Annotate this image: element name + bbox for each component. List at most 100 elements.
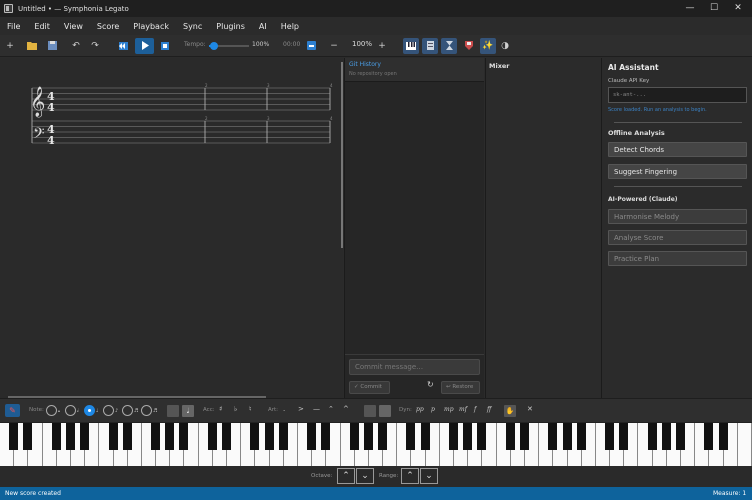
dynamic-f[interactable]: f bbox=[474, 406, 476, 413]
commit-message-input[interactable]: Commit message… bbox=[349, 359, 480, 375]
piano-black-key[interactable] bbox=[179, 423, 189, 450]
piano-keyboard[interactable] bbox=[0, 422, 752, 467]
rewind-icon[interactable] bbox=[115, 38, 131, 54]
menu-help[interactable]: Help bbox=[274, 22, 306, 31]
menu-playback[interactable]: Playback bbox=[126, 22, 176, 31]
menu-view[interactable]: View bbox=[57, 22, 90, 31]
duration-quarter-radio[interactable] bbox=[84, 405, 95, 416]
piano-black-key[interactable] bbox=[51, 423, 61, 450]
piano-black-key[interactable] bbox=[80, 423, 90, 450]
metronome-icon[interactable] bbox=[303, 38, 319, 54]
piano-black-key[interactable] bbox=[420, 423, 430, 450]
sheet-view-icon[interactable] bbox=[422, 38, 438, 54]
duration-half-radio[interactable] bbox=[65, 405, 76, 416]
restore-button[interactable]: ↩ Restore bbox=[441, 381, 480, 394]
piano-black-key[interactable] bbox=[718, 423, 728, 450]
close-button[interactable]: ✕ bbox=[724, 0, 752, 17]
piano-black-key[interactable] bbox=[647, 423, 657, 450]
piano-black-key[interactable] bbox=[704, 423, 714, 450]
sharp-icon[interactable]: ♯ bbox=[219, 405, 222, 413]
menu-edit[interactable]: Edit bbox=[27, 22, 57, 31]
piano-black-key[interactable] bbox=[108, 423, 118, 450]
natural-icon[interactable]: ♮ bbox=[249, 405, 252, 413]
piano-black-key[interactable] bbox=[363, 423, 373, 450]
api-key-input[interactable]: sk-ant-... bbox=[608, 87, 747, 103]
score-view[interactable]: 𝄞 𝄢 4 4 4 4 2 3 4 2 3 4 bbox=[0, 58, 343, 398]
refresh-icon[interactable]: ↻ bbox=[427, 380, 434, 389]
harmonise-melody-button[interactable]: Harmonise Melody bbox=[608, 209, 747, 224]
piano-black-key[interactable] bbox=[661, 423, 671, 450]
dynamic-pp[interactable]: pp bbox=[416, 406, 424, 413]
clear-icon[interactable]: ✕ bbox=[527, 405, 533, 413]
analyse-score-button[interactable]: Analyse Score bbox=[608, 230, 747, 245]
flat-icon[interactable]: ♭ bbox=[234, 405, 237, 413]
rest-toggle[interactable] bbox=[167, 405, 179, 417]
range-down-button[interactable]: ⌄ bbox=[420, 468, 438, 484]
redo-icon[interactable]: ↷ bbox=[87, 38, 103, 54]
piano-black-key[interactable] bbox=[463, 423, 473, 450]
piano-black-key[interactable] bbox=[222, 423, 232, 450]
dot-toggle[interactable]: 𝅘𝅥 bbox=[182, 405, 194, 417]
tempo-slider-thumb[interactable] bbox=[209, 42, 218, 50]
accent-icon[interactable]: > bbox=[298, 405, 304, 413]
piano-black-key[interactable] bbox=[264, 423, 274, 450]
piano-black-key[interactable] bbox=[505, 423, 515, 450]
piano-black-key[interactable] bbox=[65, 423, 75, 450]
duration-32nd-radio[interactable] bbox=[141, 405, 152, 416]
piano-black-key[interactable] bbox=[349, 423, 359, 450]
menu-plugins[interactable]: Plugins bbox=[209, 22, 252, 31]
dynamic-mf[interactable]: mf bbox=[459, 406, 467, 413]
open-folder-icon[interactable] bbox=[24, 38, 40, 54]
menu-ai[interactable]: AI bbox=[252, 22, 274, 31]
piano-black-key[interactable] bbox=[519, 423, 529, 450]
zoom-out-button[interactable]: − bbox=[326, 38, 342, 54]
commit-button[interactable]: ✓ Commit bbox=[349, 381, 390, 394]
piano-black-key[interactable] bbox=[122, 423, 132, 450]
dynamic-mp[interactable]: mp bbox=[444, 406, 454, 413]
fermata-icon[interactable]: ^ bbox=[343, 405, 349, 413]
ai-sparkle-icon[interactable]: ✨ bbox=[480, 38, 496, 54]
piano-black-key[interactable] bbox=[548, 423, 558, 450]
duration-sixteenth-radio[interactable] bbox=[122, 405, 133, 416]
tie-toggle[interactable] bbox=[364, 405, 376, 417]
piano-black-key[interactable] bbox=[307, 423, 317, 450]
piano-white-key[interactable] bbox=[737, 423, 752, 467]
dynamic-p[interactable]: p bbox=[431, 406, 435, 413]
zoom-in-button[interactable]: + bbox=[374, 38, 390, 54]
menu-score[interactable]: Score bbox=[90, 22, 126, 31]
new-icon[interactable]: + bbox=[2, 38, 18, 54]
piano-black-key[interactable] bbox=[576, 423, 586, 450]
menu-sync[interactable]: Sync bbox=[176, 22, 209, 31]
piano-black-key[interactable] bbox=[619, 423, 629, 450]
piano-black-key[interactable] bbox=[378, 423, 388, 450]
detect-chords-button[interactable]: Detect Chords bbox=[608, 142, 747, 157]
piano-black-key[interactable] bbox=[151, 423, 161, 450]
play-icon[interactable] bbox=[135, 38, 154, 54]
piano-black-key[interactable] bbox=[321, 423, 331, 450]
duration-whole-radio[interactable] bbox=[46, 405, 57, 416]
piano-black-key[interactable] bbox=[562, 423, 572, 450]
piano-black-key[interactable] bbox=[449, 423, 459, 450]
piano-black-key[interactable] bbox=[676, 423, 686, 450]
stop-icon[interactable] bbox=[157, 38, 173, 54]
hand-icon[interactable]: ✋ bbox=[504, 405, 516, 417]
suggest-fingering-button[interactable]: Suggest Fingering bbox=[608, 164, 747, 179]
piano-black-key[interactable] bbox=[165, 423, 175, 450]
tuner-icon[interactable] bbox=[461, 38, 477, 54]
save-icon[interactable] bbox=[44, 38, 60, 54]
piano-black-key[interactable] bbox=[406, 423, 416, 450]
theme-toggle-icon[interactable]: ◑ bbox=[497, 38, 513, 54]
octave-down-button[interactable]: ⌄ bbox=[356, 468, 374, 484]
pencil-icon[interactable]: ✎ bbox=[5, 404, 20, 417]
piano-black-key[interactable] bbox=[605, 423, 615, 450]
hourglass-icon[interactable] bbox=[441, 38, 457, 54]
duration-eighth-radio[interactable] bbox=[103, 405, 114, 416]
tenuto-icon[interactable]: — bbox=[313, 405, 320, 413]
undo-icon[interactable]: ↶ bbox=[68, 38, 84, 54]
range-up-button[interactable]: ⌃ bbox=[401, 468, 419, 484]
menu-file[interactable]: File bbox=[0, 22, 27, 31]
piano-black-key[interactable] bbox=[278, 423, 288, 450]
practice-plan-button[interactable]: Practice Plan bbox=[608, 251, 747, 266]
dynamic-ff[interactable]: ff bbox=[487, 406, 491, 413]
piano-black-key[interactable] bbox=[9, 423, 19, 450]
